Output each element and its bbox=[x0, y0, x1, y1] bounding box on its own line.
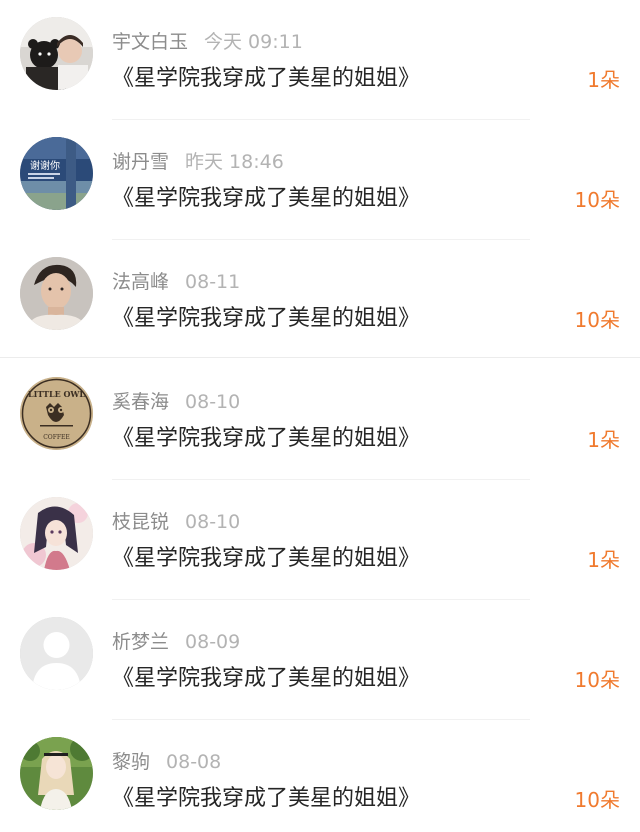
user-name: 宇文白玉 今天 09:11 bbox=[112, 31, 303, 53]
gift-count: 10朵 bbox=[574, 188, 620, 212]
gift-count: 1朵 bbox=[587, 548, 620, 572]
gift-count: 1朵 bbox=[587, 68, 620, 92]
list-item[interactable]: LITTLE OWL COFFEE 奚春海 08-10 《星学院我穿成了美星的姐姐… bbox=[0, 360, 640, 480]
section-divider bbox=[0, 357, 640, 358]
list-item[interactable]: 黎驹 08-08 《星学院我穿成了美星的姐姐》 10朵 bbox=[0, 720, 640, 832]
book-title[interactable]: 《星学院我穿成了美星的姐姐》 bbox=[112, 420, 420, 452]
user-name: 奚春海 08-10 bbox=[112, 391, 241, 413]
timestamp: 今天 09:11 bbox=[204, 31, 303, 53]
young-man-portrait-avatar[interactable] bbox=[20, 257, 93, 330]
list-item[interactable]: 枝昆锐 08-10 《星学院我穿成了美星的姐姐》 1朵 bbox=[0, 480, 640, 600]
gift-count: 10朵 bbox=[574, 308, 620, 332]
default-user-avatar[interactable] bbox=[20, 617, 93, 690]
book-title[interactable]: 《星学院我穿成了美星的姐姐》 bbox=[112, 60, 420, 92]
user-name: 法高峰 08-11 bbox=[112, 271, 241, 293]
logo-bottom-text: COFFEE bbox=[43, 434, 70, 441]
subway-station-avatar[interactable]: 谢谢你 bbox=[20, 137, 93, 210]
timestamp: 08-10 bbox=[185, 511, 241, 533]
list-item[interactable]: 谢谢你 谢丹雪 昨天 18:46 《星学院我穿成了美星的姐姐》 10朵 bbox=[0, 120, 640, 240]
avatar-sign-text: 谢谢你 bbox=[30, 159, 60, 172]
couple-bear-avatar[interactable] bbox=[20, 17, 93, 90]
user-name: 黎驹 08-08 bbox=[112, 751, 222, 773]
list-item[interactable]: 宇文白玉 今天 09:11 《星学院我穿成了美星的姐姐》 1朵 bbox=[0, 0, 640, 120]
gift-record-list: 宇文白玉 今天 09:11 《星学院我穿成了美星的姐姐》 1朵 谢谢你 谢丹雪 昨天… bbox=[0, 0, 640, 832]
logo-top-text: LITTLE OWL bbox=[28, 389, 85, 399]
book-title[interactable]: 《星学院我穿成了美星的姐姐》 bbox=[112, 180, 420, 212]
book-title[interactable]: 《星学院我穿成了美星的姐姐》 bbox=[112, 540, 420, 572]
timestamp: 08-09 bbox=[185, 631, 241, 653]
book-title[interactable]: 《星学院我穿成了美星的姐姐》 bbox=[112, 780, 420, 812]
gift-count: 1朵 bbox=[587, 428, 620, 452]
book-title[interactable]: 《星学院我穿成了美星的姐姐》 bbox=[112, 300, 420, 332]
user-name: 析梦兰 08-09 bbox=[112, 631, 241, 653]
little-owl-coffee-logo-avatar[interactable]: LITTLE OWL COFFEE bbox=[20, 377, 93, 450]
anime-girl-avatar[interactable] bbox=[20, 497, 93, 570]
timestamp: 08-11 bbox=[185, 271, 241, 293]
girl-in-garden-avatar[interactable] bbox=[20, 737, 93, 810]
gift-count: 10朵 bbox=[574, 668, 620, 692]
book-title[interactable]: 《星学院我穿成了美星的姐姐》 bbox=[112, 660, 420, 692]
user-name: 枝昆锐 08-10 bbox=[112, 511, 241, 533]
timestamp: 08-08 bbox=[166, 751, 222, 773]
gift-count: 10朵 bbox=[574, 788, 620, 812]
user-name: 谢丹雪 昨天 18:46 bbox=[112, 151, 284, 173]
timestamp: 08-10 bbox=[185, 391, 241, 413]
list-item[interactable]: 析梦兰 08-09 《星学院我穿成了美星的姐姐》 10朵 bbox=[0, 600, 640, 720]
timestamp: 昨天 18:46 bbox=[185, 151, 284, 173]
list-item[interactable]: 法高峰 08-11 《星学院我穿成了美星的姐姐》 10朵 bbox=[0, 240, 640, 360]
